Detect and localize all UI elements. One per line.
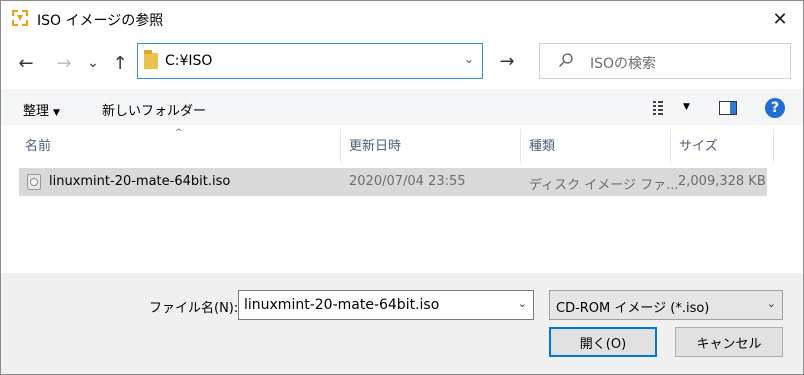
go-button[interactable]: →: [495, 49, 519, 73]
disc-image-icon: [27, 174, 41, 190]
chevron-down-icon[interactable]: ⌄: [518, 297, 527, 310]
chevron-down-icon: ⌄: [766, 297, 776, 310]
address-bar[interactable]: C:¥ISO ⌄: [137, 43, 483, 79]
folder-icon: [144, 50, 158, 69]
column-divider[interactable]: [520, 129, 521, 163]
view-dropdown-icon[interactable]: ▼: [683, 102, 690, 112]
address-path[interactable]: C:¥ISO: [165, 53, 212, 69]
up-button[interactable]: ↑: [107, 51, 133, 75]
open-button-label: 開く(O): [579, 336, 627, 352]
back-arrow-icon: ←: [18, 52, 34, 74]
forward-arrow-icon: →: [56, 52, 72, 74]
filetype-select[interactable]: CD-ROM イメージ (*.iso) ⌄: [549, 290, 783, 320]
column-header-size[interactable]: サイズ: [679, 135, 718, 161]
filename-value[interactable]: linuxmint-20-mate-64bit.iso: [244, 297, 439, 313]
cancel-button-label: キャンセル: [696, 336, 762, 352]
app-icon: [11, 9, 29, 27]
open-button[interactable]: 開く(O): [549, 327, 657, 357]
organize-label: 整理: [23, 104, 50, 119]
back-button[interactable]: ←: [13, 51, 39, 75]
close-button[interactable]: ✕: [757, 1, 803, 37]
filename-label: ファイル名(N):: [149, 301, 239, 316]
close-icon: ✕: [772, 8, 788, 30]
sort-ascending-icon: ^: [175, 128, 183, 138]
column-header-type[interactable]: 種類: [529, 135, 555, 161]
filetype-value: CD-ROM イメージ (*.iso): [556, 301, 710, 316]
file-date: 2020/07/04 23:55: [349, 174, 466, 189]
file-type: ディスク イメージ ファ...: [529, 178, 679, 193]
iso-browse-dialog: ISO イメージの参照 ✕ ← → ⌄ ↑ C:¥ISO ⌄ → ISOの検索 …: [0, 0, 804, 375]
dropdown-caret-icon: ▼: [53, 108, 60, 118]
filename-input[interactable]: linuxmint-20-mate-64bit.iso ⌄: [238, 290, 534, 320]
chevron-down-icon: ⌄: [87, 55, 99, 71]
column-header-name[interactable]: 名前: [25, 135, 51, 161]
search-placeholder[interactable]: ISOの検索: [590, 53, 656, 73]
file-row[interactable]: linuxmint-20-mate-64bit.iso 2020/07/04 2…: [19, 168, 767, 196]
new-folder-button[interactable]: 新しいフォルダー: [102, 100, 206, 119]
cancel-button[interactable]: キャンセル: [675, 327, 783, 357]
go-arrow-icon: →: [499, 50, 515, 72]
file-list: 名前 更新日時 種類 サイズ: [1, 125, 803, 273]
window-title: ISO イメージの参照: [37, 13, 164, 29]
view-options-icon[interactable]: [653, 101, 673, 115]
up-arrow-icon: ↑: [112, 52, 128, 74]
column-divider[interactable]: [773, 129, 774, 163]
search-icon: [559, 53, 573, 67]
address-dropdown-icon[interactable]: ⌄: [464, 52, 474, 66]
file-size: 2,009,328 KB: [678, 174, 766, 189]
search-box[interactable]: ISOの検索: [539, 43, 791, 79]
file-name: linuxmint-20-mate-64bit.iso: [49, 174, 231, 189]
column-divider[interactable]: [340, 129, 341, 163]
organize-menu[interactable]: 整理 ▼: [23, 100, 60, 119]
title-bar: ISO イメージの参照 ✕: [1, 1, 803, 37]
preview-pane-icon[interactable]: [719, 101, 737, 115]
forward-button[interactable]: →: [51, 51, 77, 75]
help-icon[interactable]: ?: [765, 98, 785, 118]
column-header-date[interactable]: 更新日時: [349, 135, 401, 161]
column-divider[interactable]: [670, 129, 671, 163]
recent-locations-button[interactable]: ⌄: [83, 51, 103, 75]
dialog-footer: [1, 273, 803, 374]
